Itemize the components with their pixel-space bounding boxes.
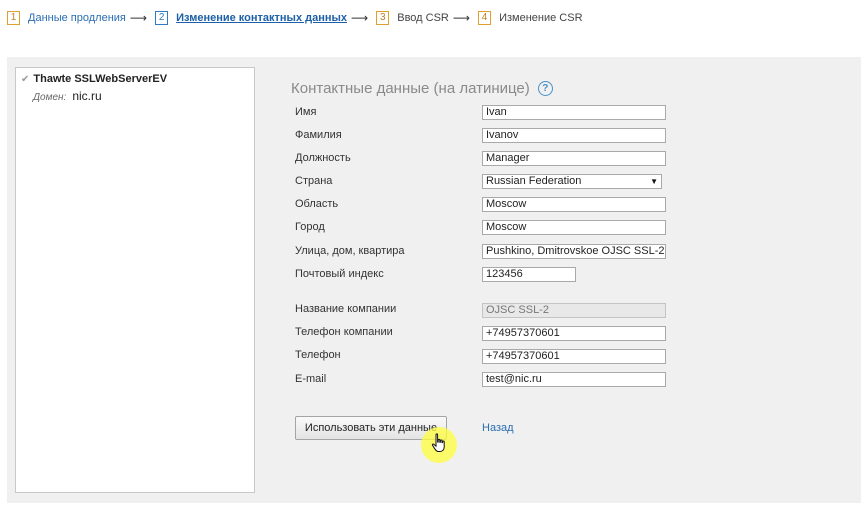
- company-phone-label: Телефон компании: [295, 326, 393, 338]
- last-name-label: Фамилия: [295, 129, 342, 141]
- step-1-number: 1: [7, 11, 20, 25]
- step-4-label: Изменение CSR: [499, 12, 583, 24]
- zip-label: Почтовый индекс: [295, 268, 384, 280]
- country-select-value: Russian Federation: [486, 175, 582, 187]
- arrow-right-icon: ⟶: [351, 11, 369, 25]
- position-input[interactable]: Manager: [482, 151, 666, 166]
- city-label: Город: [295, 221, 325, 233]
- region-input[interactable]: Moscow: [482, 197, 666, 212]
- country-select[interactable]: Russian Federation ▼: [482, 174, 662, 189]
- step-4-number: 4: [478, 11, 492, 25]
- email-label: E-mail: [295, 373, 327, 385]
- step-2-number: 2: [155, 11, 169, 25]
- street-input[interactable]: Pushkino, Dmitrovskoe OJSC SSL-2: [482, 244, 666, 259]
- company-label: Название компании: [295, 303, 397, 315]
- step-1[interactable]: 1 Данные продления: [7, 11, 126, 25]
- back-link[interactable]: Назад: [482, 422, 514, 434]
- checkmark-icon: ✔: [21, 73, 30, 85]
- first-name-label: Имя: [295, 106, 317, 118]
- company-phone-input[interactable]: +74957370601: [482, 326, 666, 341]
- domain-label: Домен:: [33, 92, 67, 103]
- form-title-text: Контактные данные (на латинице): [291, 80, 530, 97]
- city-input[interactable]: Moscow: [482, 220, 666, 235]
- arrow-right-icon: ⟶: [452, 11, 471, 25]
- email-input[interactable]: test@nic.ru: [482, 372, 666, 387]
- step-progress: 1 Данные продления ⟶ 2 Изменение контакт…: [7, 9, 583, 27]
- product-domain: Домен: nic.ru: [33, 89, 102, 103]
- help-icon[interactable]: ?: [537, 81, 553, 96]
- step-1-label[interactable]: Данные продления: [28, 12, 126, 24]
- product-list: ✔ Thawte SSLWebServerEV Домен: nic.ru: [15, 67, 255, 493]
- step-4: 4 Изменение CSR: [478, 11, 583, 25]
- phone-label: Телефон: [295, 349, 341, 361]
- phone-input[interactable]: +74957370601: [482, 349, 666, 364]
- step-2-label[interactable]: Изменение контактных данных: [176, 12, 347, 24]
- zip-input[interactable]: 123456: [482, 267, 576, 282]
- step-3-number: 3: [376, 11, 390, 25]
- step-3: 3 Ввод CSR: [376, 11, 449, 25]
- domain-value: nic.ru: [72, 89, 102, 103]
- region-label: Область: [295, 198, 339, 210]
- product-item[interactable]: ✔ Thawte SSLWebServerEV: [21, 73, 167, 85]
- product-name: Thawte SSLWebServerEV: [33, 73, 168, 85]
- last-name-input[interactable]: Ivanov: [482, 128, 666, 143]
- first-name-input[interactable]: Ivan: [482, 105, 666, 120]
- dropdown-arrow-icon: ▼: [650, 177, 658, 186]
- form-title: Контактные данные (на латинице) ?: [291, 80, 553, 97]
- company-input: OJSC SSL-2: [482, 303, 666, 318]
- country-label: Страна: [295, 175, 333, 187]
- step-2[interactable]: 2 Изменение контактных данных: [155, 11, 347, 25]
- arrow-right-icon: ⟶: [129, 11, 148, 25]
- position-label: Должность: [295, 152, 351, 164]
- hand-pointer-icon: [431, 433, 445, 452]
- street-label: Улица, дом, квартира: [295, 245, 405, 257]
- main-panel: ✔ Thawte SSLWebServerEV Домен: nic.ru Ко…: [7, 57, 861, 503]
- step-3-label: Ввод CSR: [397, 12, 449, 24]
